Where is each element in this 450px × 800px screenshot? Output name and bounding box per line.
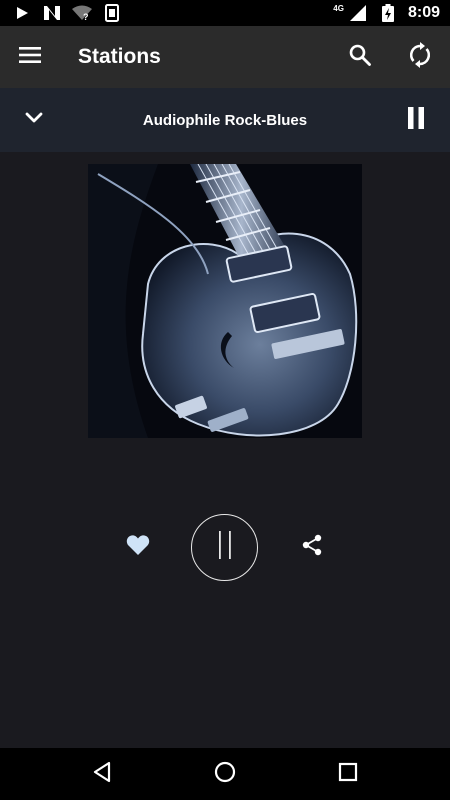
app-toolbar: Stations — [0, 26, 450, 88]
recents-button[interactable] — [318, 748, 378, 800]
battery-charging-icon — [378, 3, 398, 23]
clock: 8:09 — [407, 4, 440, 21]
home-icon — [214, 761, 236, 788]
share-icon — [302, 534, 322, 561]
search-icon — [349, 44, 371, 71]
play-pause-button[interactable] — [191, 514, 258, 581]
system-nav-bar — [0, 748, 450, 800]
station-artwork — [88, 164, 362, 438]
back-button[interactable] — [72, 748, 132, 800]
refresh-button[interactable] — [390, 26, 450, 88]
sim-card-icon — [102, 3, 122, 23]
signal-icon — [348, 3, 368, 23]
page-title: Stations — [78, 45, 161, 68]
menu-button[interactable] — [0, 26, 60, 88]
search-button[interactable] — [330, 26, 390, 88]
favorite-button[interactable] — [118, 527, 158, 567]
heart-icon — [126, 534, 150, 561]
player-controls — [0, 512, 450, 582]
status-bar: ? 4G 8:09 — [0, 0, 450, 26]
n-notification-icon — [42, 3, 62, 23]
wifi-unknown-icon: ? — [72, 3, 92, 23]
mini-pause-button[interactable] — [382, 88, 450, 152]
status-notifications: ? — [12, 3, 122, 23]
status-system: 4G 8:09 — [333, 3, 440, 23]
pause-icon — [217, 531, 233, 564]
share-button[interactable] — [292, 527, 332, 567]
station-name: Audiophile Rock-Blues — [142, 111, 308, 129]
chevron-down-icon — [25, 111, 43, 129]
pause-icon — [407, 106, 425, 134]
guitar-artwork — [88, 164, 362, 438]
back-icon — [92, 761, 112, 788]
menu-icon — [19, 46, 41, 69]
play-store-icon — [12, 3, 32, 23]
refresh-icon — [409, 41, 431, 73]
home-button[interactable] — [195, 748, 255, 800]
recents-icon — [338, 762, 358, 787]
svg-text:?: ? — [83, 12, 89, 21]
network-label: 4G — [333, 3, 344, 13]
now-playing-bar: Audiophile Rock-Blues — [0, 88, 450, 152]
collapse-button[interactable] — [0, 88, 68, 152]
